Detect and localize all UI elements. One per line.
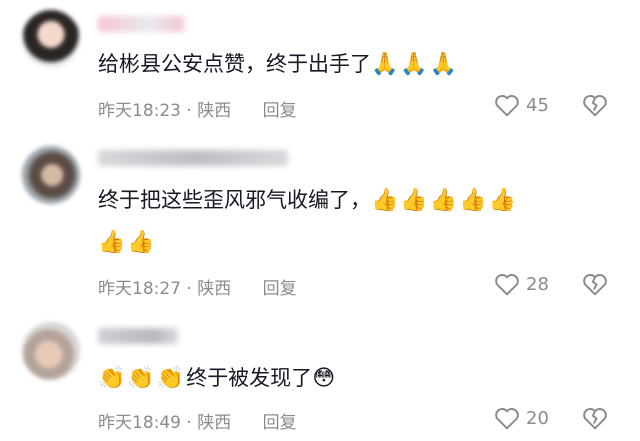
flushed-face-emoji: 😳 bbox=[312, 366, 338, 391]
location: 陕西 bbox=[197, 279, 232, 299]
heart-outline-icon bbox=[495, 408, 519, 430]
thumbs-up-emoji: 👍👍👍👍👍 bbox=[371, 188, 518, 213]
timestamp: 昨天18:49 bbox=[98, 413, 181, 433]
like-button[interactable]: 45 bbox=[494, 93, 549, 117]
comment-meta: 昨天18:27 · 陕西 回复 bbox=[98, 279, 297, 299]
comment-text-line-2: 👍👍 bbox=[98, 226, 157, 259]
pray-emoji: 🙏🙏🙏 bbox=[371, 52, 460, 77]
like-count: 28 bbox=[526, 273, 549, 295]
reply-button[interactable]: 回复 bbox=[263, 413, 297, 433]
comment-text: 给彬县公安点赞，终于出手了🙏🙏🙏 bbox=[98, 48, 459, 81]
comment-text: 👏👏👏终于被发现了😳 bbox=[98, 362, 337, 395]
username-blurred[interactable] bbox=[98, 16, 184, 32]
like-count: 20 bbox=[526, 407, 549, 429]
broken-heart-icon bbox=[583, 274, 607, 296]
comment-text: 终于把这些歪风邪气收编了，👍👍👍👍👍 bbox=[98, 184, 518, 217]
username-blurred[interactable] bbox=[98, 150, 288, 166]
dislike-button[interactable] bbox=[582, 93, 608, 117]
broken-heart-icon bbox=[583, 408, 607, 430]
comment-body: 终于把这些歪风邪气收编了， bbox=[98, 188, 371, 212]
username-blurred[interactable] bbox=[98, 328, 178, 344]
like-button[interactable]: 28 bbox=[494, 272, 549, 296]
reply-button[interactable]: 回复 bbox=[263, 101, 297, 121]
clapping-emoji: 👏👏👏 bbox=[98, 366, 187, 391]
broken-heart-icon bbox=[583, 95, 607, 117]
comment-meta: 昨天18:49 · 陕西 回复 bbox=[98, 413, 297, 433]
like-count: 45 bbox=[526, 94, 549, 116]
like-button[interactable]: 20 bbox=[494, 406, 549, 430]
dislike-button[interactable] bbox=[582, 272, 608, 296]
avatar[interactable] bbox=[22, 322, 80, 380]
timestamp: 昨天18:23 bbox=[98, 101, 181, 121]
thumbs-up-emoji: 👍👍 bbox=[98, 230, 157, 255]
heart-outline-icon bbox=[495, 274, 519, 296]
comment-body: 给彬县公安点赞，终于出手了 bbox=[98, 52, 371, 76]
location: 陕西 bbox=[197, 413, 232, 433]
comment-body: 终于被发现了 bbox=[186, 366, 313, 390]
reply-button[interactable]: 回复 bbox=[263, 279, 297, 299]
timestamp: 昨天18:27 bbox=[98, 279, 181, 299]
avatar[interactable] bbox=[22, 10, 80, 68]
dislike-button[interactable] bbox=[582, 406, 608, 430]
heart-outline-icon bbox=[495, 95, 519, 117]
avatar[interactable] bbox=[22, 146, 80, 204]
comment-meta: 昨天18:23 · 陕西 回复 bbox=[98, 101, 297, 121]
location: 陕西 bbox=[197, 101, 232, 121]
